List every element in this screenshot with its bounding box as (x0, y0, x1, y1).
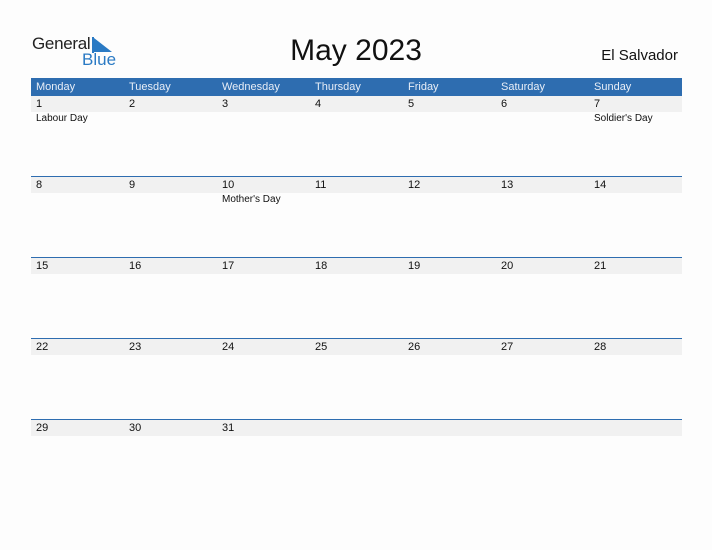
weekday-header: Monday Tuesday Wednesday Thursday Friday… (31, 78, 682, 96)
holiday-label (403, 193, 496, 207)
day-number-row: 8 9 10 11 12 13 14 (31, 176, 682, 193)
event-row: Mother's Day (31, 193, 682, 207)
weekday-thursday: Thursday (315, 81, 361, 93)
week-row: 8 9 10 11 12 13 14 Mother's Day (31, 176, 682, 257)
day-number: 10 (222, 179, 235, 191)
day-number: 14 (594, 179, 607, 191)
day-number-row: 29 30 31 (31, 419, 682, 436)
day-number: 28 (594, 341, 607, 353)
day-number (496, 420, 589, 436)
holiday-label: Soldier's Day (594, 113, 653, 124)
weekday-tuesday: Tuesday (129, 81, 171, 93)
holiday-label (403, 112, 496, 126)
day-number: 16 (129, 260, 142, 272)
day-number: 17 (222, 260, 235, 272)
weekday-saturday: Saturday (501, 81, 546, 93)
day-number: 31 (222, 422, 235, 434)
weekday-monday: Monday (36, 81, 76, 93)
day-number: 1 (36, 98, 43, 110)
day-number-row: 1 2 3 4 5 6 7 (31, 96, 682, 112)
day-number: 15 (36, 260, 49, 272)
holiday-label (217, 112, 310, 126)
day-number: 3 (222, 98, 229, 110)
country-label: El Salvador (601, 47, 678, 64)
weekday-sunday: Sunday (594, 81, 632, 93)
day-number: 26 (408, 341, 421, 353)
day-number: 21 (594, 260, 607, 272)
day-number-row: 15 16 17 18 19 20 21 (31, 257, 682, 274)
holiday-label (496, 112, 589, 126)
week-row: 1 2 3 4 5 6 7 Labour Day Soldier's Day (31, 96, 682, 177)
day-number: 19 (408, 260, 421, 272)
day-number: 18 (315, 260, 328, 272)
day-number: 24 (222, 341, 235, 353)
week-row: 22 23 24 25 26 27 28 (31, 338, 682, 419)
day-number: 4 (315, 98, 322, 110)
day-number: 6 (501, 98, 508, 110)
day-number (310, 420, 403, 436)
day-number: 9 (129, 179, 136, 191)
week-row: 29 30 31 (31, 419, 682, 500)
holiday-label (31, 193, 124, 207)
day-number: 8 (36, 179, 43, 191)
weekday-wednesday: Wednesday (222, 81, 280, 93)
day-number-row: 22 23 24 25 26 27 28 (31, 338, 682, 355)
week-row: 15 16 17 18 19 20 21 (31, 257, 682, 338)
holiday-label (124, 193, 217, 207)
holiday-label (310, 112, 403, 126)
day-number: 20 (501, 260, 514, 272)
holiday-label (589, 193, 682, 207)
holiday-label (124, 112, 217, 126)
day-number (403, 420, 496, 436)
day-number: 11 (315, 179, 327, 191)
event-row: Labour Day Soldier's Day (31, 112, 682, 126)
day-number: 7 (594, 98, 601, 110)
day-number: 12 (408, 179, 421, 191)
day-number: 23 (129, 341, 142, 353)
day-number (589, 420, 682, 436)
day-number: 13 (501, 179, 514, 191)
weekday-friday: Friday (408, 81, 439, 93)
day-number: 22 (36, 341, 49, 353)
day-number: 2 (129, 98, 136, 110)
day-number: 27 (501, 341, 514, 353)
holiday-label (310, 193, 403, 207)
holiday-label: Labour Day (36, 113, 88, 124)
day-number: 29 (36, 422, 49, 434)
day-number: 25 (315, 341, 328, 353)
day-number: 5 (408, 98, 415, 110)
day-number: 30 (129, 422, 142, 434)
holiday-label (496, 193, 589, 207)
calendar: Monday Tuesday Wednesday Thursday Friday… (31, 78, 682, 436)
holiday-label: Mother's Day (222, 194, 281, 205)
